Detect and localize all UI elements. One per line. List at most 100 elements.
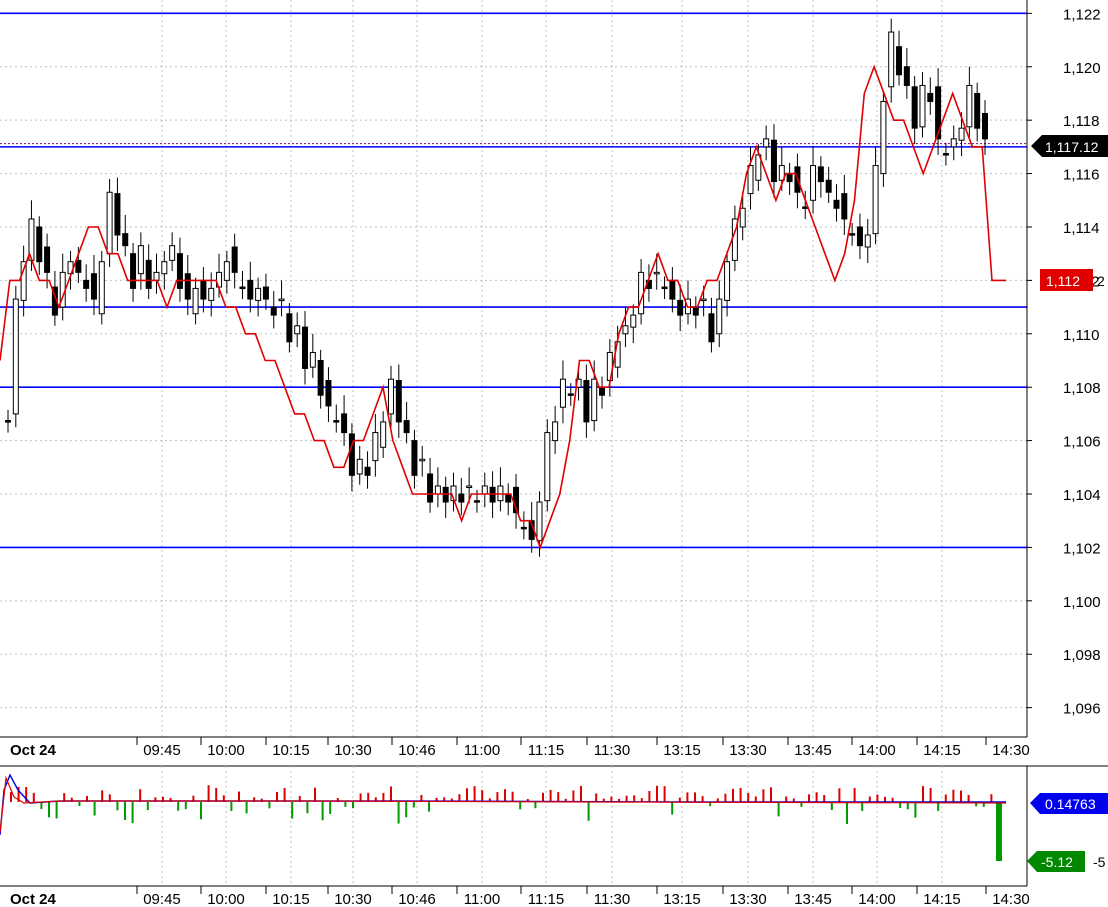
hist-bar-down <box>78 802 81 807</box>
time-label: 10:15 <box>272 742 310 759</box>
candle <box>630 314 637 328</box>
hist-bar-down <box>184 802 187 810</box>
hist-bar-up <box>762 789 765 802</box>
candle <box>747 165 754 195</box>
candle <box>458 493 465 503</box>
hist-bar-up <box>481 790 484 802</box>
candle <box>505 493 512 503</box>
hist-bar-up <box>32 792 35 802</box>
price-plot-area[interactable] <box>0 0 1027 737</box>
hist-bar-up <box>838 788 841 802</box>
candle <box>161 261 168 275</box>
hist-bar-down <box>412 802 415 808</box>
candle <box>942 153 949 156</box>
candle <box>692 306 699 316</box>
hist-bar-up <box>990 794 993 802</box>
candle <box>12 298 19 415</box>
time-label: 14:15 <box>923 742 961 759</box>
hist-bar-up <box>139 789 142 802</box>
indicator-line-tag: 0.14763 <box>1030 793 1108 814</box>
time-label: 14:00 <box>858 891 896 907</box>
candle <box>817 166 824 183</box>
hist-bar-up <box>944 794 947 802</box>
candle <box>864 234 871 248</box>
hist-bar-down <box>55 802 58 819</box>
hist-bar-up <box>656 785 658 802</box>
hist-bar-down <box>405 802 408 818</box>
indicator-panel[interactable] <box>0 765 1108 886</box>
time-label: 11:15 <box>528 891 564 907</box>
candle <box>958 127 965 141</box>
date-label-bottom: Oct 24 <box>10 891 57 907</box>
hist-bar-up <box>633 795 636 802</box>
candle <box>927 92 934 102</box>
hist-bar-down <box>245 802 248 814</box>
hist-bar-up <box>580 785 582 802</box>
chart-canvas[interactable]: 1,096 1,098 1,100 1,102 1,104 1,106 1,108 1,110… <box>0 0 1108 907</box>
indicator-line-tag-text: 0.14763 <box>1045 796 1096 812</box>
time-label: 13:15 <box>663 891 701 907</box>
candle <box>841 193 848 220</box>
candle <box>520 526 527 530</box>
candle <box>176 253 183 289</box>
candle <box>114 193 121 236</box>
candle <box>153 271 160 281</box>
candle <box>724 261 731 301</box>
candle <box>419 458 426 462</box>
hist-bar-down <box>200 802 202 820</box>
price-tick-label: 1,116 <box>1063 167 1099 184</box>
candle <box>833 199 840 209</box>
hist-bar-up <box>648 790 651 802</box>
hist-bar-up <box>207 785 210 802</box>
time-label: 14:30 <box>992 891 1030 907</box>
hist-bar-down <box>48 802 50 818</box>
candle <box>387 378 394 415</box>
candle <box>849 233 856 236</box>
hist-bar-up <box>663 786 666 802</box>
candle <box>262 286 269 300</box>
candle <box>122 233 129 247</box>
time-axis-bottom: 09:45 10:00 10:15 10:30 10:46 11:00 11:15 11:30… <box>136 886 1030 907</box>
candle <box>739 207 746 228</box>
time-label: 11:15 <box>528 742 564 759</box>
candle <box>341 413 348 434</box>
last-price-tag-text: 1,117.12 <box>1045 139 1099 155</box>
hist-bar-up <box>101 790 104 802</box>
candle <box>856 226 863 247</box>
hist-bar-up <box>823 794 826 802</box>
candle <box>325 380 332 407</box>
candle <box>90 273 97 300</box>
hist-bar-down <box>587 802 590 821</box>
candle <box>192 287 199 315</box>
candle <box>200 279 207 300</box>
candle <box>661 286 668 290</box>
candle <box>622 325 629 335</box>
hist-bar-up <box>929 787 932 802</box>
time-label: 09:45 <box>143 742 181 759</box>
candle <box>411 440 418 476</box>
candle <box>880 100 887 175</box>
candle <box>145 259 152 289</box>
candle <box>302 326 309 369</box>
candle <box>294 325 301 335</box>
hist-bar-down <box>268 802 271 809</box>
price-tick-label: 1,100 <box>1063 594 1101 611</box>
time-label: 10:30 <box>334 742 372 759</box>
hist-bar-up <box>466 788 468 802</box>
candle <box>83 279 90 289</box>
hist-bar-up <box>595 793 598 802</box>
candle <box>75 259 82 273</box>
hist-bar-last <box>996 802 1002 861</box>
price-panel[interactable] <box>0 0 1027 737</box>
time-label: 13:15 <box>663 742 701 759</box>
time-label: 10:46 <box>398 891 436 907</box>
candle <box>270 306 277 316</box>
hist-bar-down <box>93 802 96 816</box>
hist-bar-down <box>321 802 324 821</box>
hist-bar-down <box>428 802 430 812</box>
hist-bar-down <box>306 802 309 814</box>
candle <box>106 191 113 255</box>
price-tick-label: 1,098 <box>1063 647 1101 664</box>
price-tick-label: 1,120 <box>1063 60 1101 77</box>
indicator-bar-tag: -5.12 -5 <box>1027 851 1106 872</box>
